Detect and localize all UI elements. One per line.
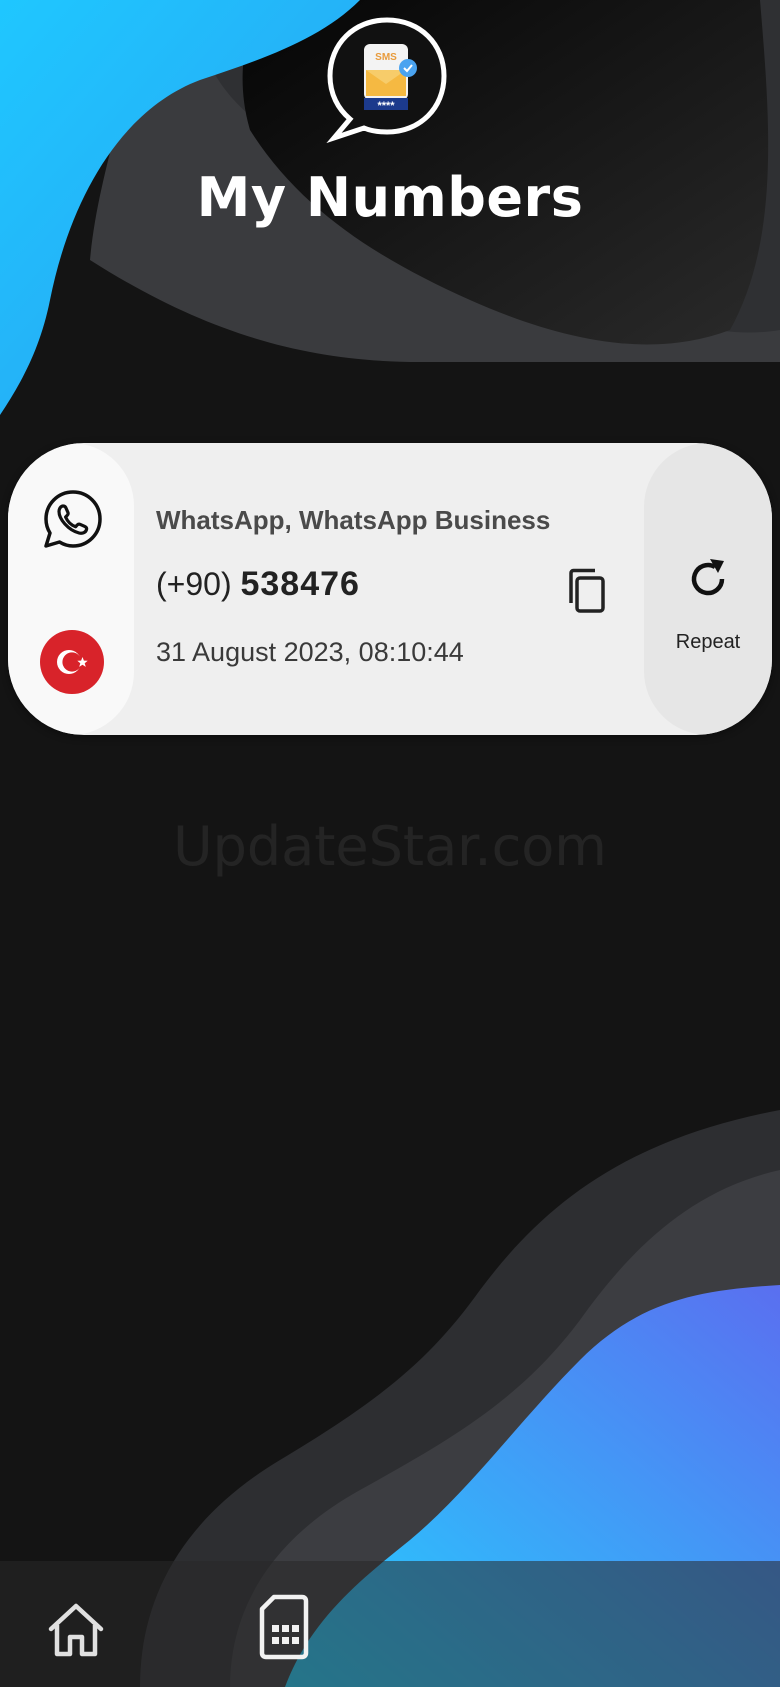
- card-icons-column: [8, 443, 134, 735]
- refresh-icon: [691, 559, 725, 596]
- bottom-nav: [0, 1561, 780, 1687]
- watermark: UpdateStar.com: [173, 815, 607, 878]
- repeat-button[interactable]: Repeat: [644, 443, 772, 735]
- logo-sms-text: SMS: [375, 52, 397, 63]
- dial-code: (+90): [156, 566, 232, 602]
- home-icon[interactable]: [46, 1601, 106, 1659]
- app-logo-icon: SMS ****: [326, 17, 447, 144]
- whatsapp-icon: [44, 490, 102, 548]
- received-timestamp: 31 August 2023, 08:10:44: [156, 637, 464, 667]
- turkey-flag-icon: [40, 630, 104, 694]
- phone-number: (+90) 538476: [156, 565, 360, 604]
- number-value[interactable]: 538476: [240, 565, 359, 603]
- logo-code-mask: ****: [377, 100, 395, 112]
- number-card: WhatsApp, WhatsApp Business (+90) 538476…: [8, 443, 772, 735]
- repeat-label: Repeat: [675, 631, 741, 653]
- sim-card-icon[interactable]: [258, 1593, 310, 1661]
- copy-icon[interactable]: [562, 565, 614, 617]
- service-name: WhatsApp, WhatsApp Business: [156, 505, 551, 535]
- page-title: My Numbers: [196, 166, 584, 229]
